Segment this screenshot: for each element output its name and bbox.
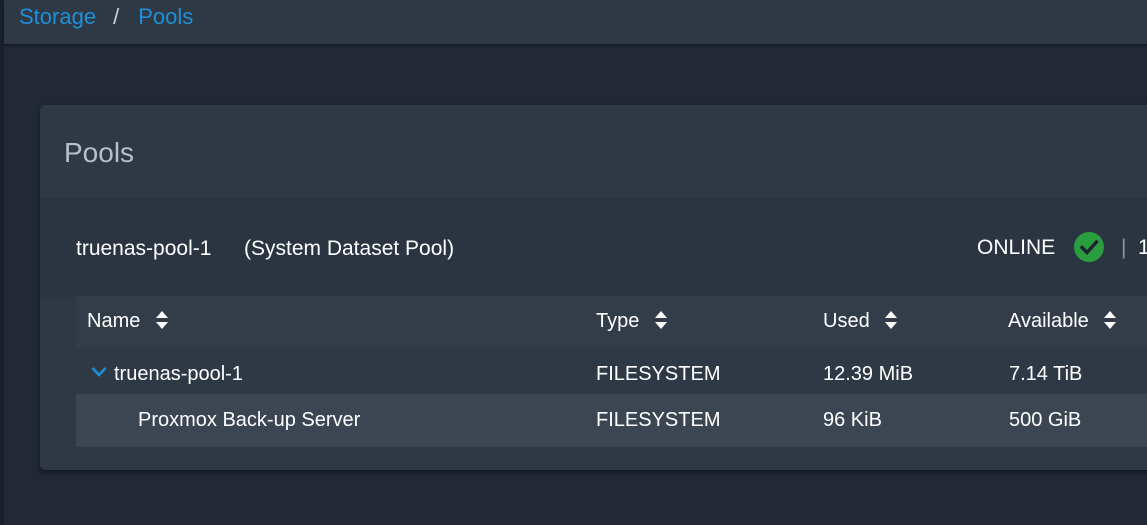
sort-icon[interactable] xyxy=(1103,310,1117,330)
column-header-used[interactable]: Used xyxy=(823,309,898,333)
row-type: FILESYSTEM xyxy=(596,363,721,385)
row-used: 96 KiB xyxy=(823,409,882,431)
column-header-available[interactable]: Available xyxy=(1008,309,1117,333)
breadcrumb-pools-link[interactable]: Pools xyxy=(138,4,193,29)
row-used: 12.39 MiB xyxy=(823,363,914,385)
pool-name: truenas-pool-1 xyxy=(76,237,212,260)
sidebar-edge xyxy=(0,0,4,525)
check-circle-icon xyxy=(1074,232,1104,262)
table-header: Name Type Used Available xyxy=(76,296,1147,348)
pool-status: ONLINE xyxy=(977,236,1056,259)
pools-card: Pools truenas-pool-1 (System Dataset Poo… xyxy=(40,105,1147,470)
sort-icon[interactable] xyxy=(654,310,668,330)
breadcrumb-separator: / xyxy=(113,4,120,29)
sort-icon[interactable] xyxy=(884,310,898,330)
pool-subtitle: (System Dataset Pool) xyxy=(244,237,455,260)
row-type: FILESYSTEM xyxy=(596,409,721,431)
pool-extra-info: 1 xyxy=(1138,236,1147,259)
sort-icon[interactable] xyxy=(155,310,169,330)
column-header-name[interactable]: Name xyxy=(87,309,169,333)
row-name: Proxmox Back-up Server xyxy=(138,409,361,431)
row-available: 500 GiB xyxy=(1009,409,1082,431)
pool-header: truenas-pool-1 (System Dataset Pool) ONL… xyxy=(40,198,1147,297)
table-row[interactable]: truenas-pool-1 FILESYSTEM 12.39 MiB 7.14… xyxy=(76,348,1147,400)
page-header: Storage / Pools xyxy=(4,0,1147,44)
status-divider: | xyxy=(1121,236,1127,259)
row-name: truenas-pool-1 xyxy=(114,363,243,385)
column-header-name-label: Name xyxy=(87,310,141,332)
column-header-used-label: Used xyxy=(823,310,870,332)
column-header-available-label: Available xyxy=(1008,310,1089,332)
table-row[interactable]: Proxmox Back-up Server FILESYSTEM 96 KiB… xyxy=(76,394,1147,447)
card-title: Pools xyxy=(64,137,135,168)
chevron-down-icon[interactable] xyxy=(91,366,107,378)
row-available: 7.14 TiB xyxy=(1009,363,1083,385)
storage-pools-page: Storage / Pools Pools truenas-pool-1 (Syst… xyxy=(0,0,1147,525)
breadcrumb-storage-link[interactable]: Storage xyxy=(19,4,96,29)
breadcrumb: Storage / Pools xyxy=(19,4,193,30)
column-header-type[interactable]: Type xyxy=(596,309,668,333)
column-header-type-label: Type xyxy=(596,310,640,332)
